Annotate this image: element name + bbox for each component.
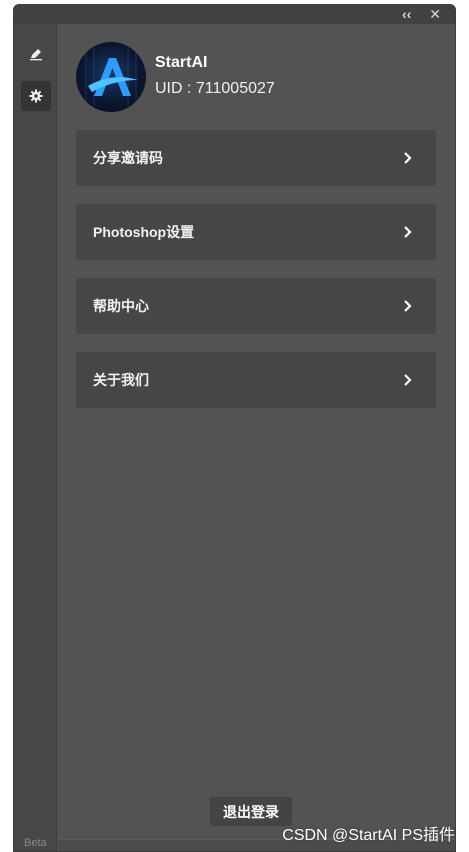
chevron-right-icon xyxy=(402,374,414,386)
settings-menu: 分享邀请码 Photoshop设置 帮助中心 关于我们 xyxy=(76,130,436,426)
menu-item-label: 关于我们 xyxy=(93,372,149,388)
menu-item-label: Photoshop设置 xyxy=(93,224,195,240)
logout-button[interactable]: 退出登录 xyxy=(210,797,292,826)
side-rail: Beta xyxy=(14,24,57,851)
panel-titlebar: ‹‹ ✕ xyxy=(14,5,455,24)
close-button[interactable]: ✕ xyxy=(429,5,441,24)
menu-item-about-us[interactable]: 关于我们 xyxy=(76,352,436,408)
settings-main: StartAI UID : 711005027 分享邀请码 Photoshop设… xyxy=(58,24,455,851)
gear-icon xyxy=(29,89,43,103)
watermark: CSDN @StartAI PS插件 xyxy=(282,827,455,844)
chevron-right-icon xyxy=(402,226,414,238)
chevron-right-icon xyxy=(402,300,414,312)
pen-icon xyxy=(30,49,42,61)
menu-item-help-center[interactable]: 帮助中心 xyxy=(76,278,436,334)
rail-edit-button[interactable] xyxy=(21,39,51,69)
menu-item-photoshop-settings[interactable]: Photoshop设置 xyxy=(76,204,436,260)
profile-text: StartAI UID : 711005027 xyxy=(155,52,275,102)
rail-settings-button[interactable] xyxy=(21,81,51,111)
plugin-panel: ‹‹ ✕ Beta StartAI UID: 711005027 分享邀请码 … xyxy=(13,4,456,852)
user-uid: UID : 711005027 xyxy=(155,80,275,97)
chevron-right-icon xyxy=(402,152,414,164)
menu-item-share-invite-code[interactable]: 分享邀请码 xyxy=(76,130,436,186)
username: StartAI xyxy=(155,54,208,71)
menu-item-label: 分享邀请码 xyxy=(93,150,163,166)
menu-item-label: 帮助中心 xyxy=(93,298,149,314)
avatar[interactable] xyxy=(76,42,146,112)
collapse-button[interactable]: ‹‹ xyxy=(402,5,411,24)
user-profile: StartAI UID : 711005027 xyxy=(76,42,275,112)
startai-logo-icon xyxy=(85,48,138,106)
beta-label: Beta xyxy=(24,837,47,849)
